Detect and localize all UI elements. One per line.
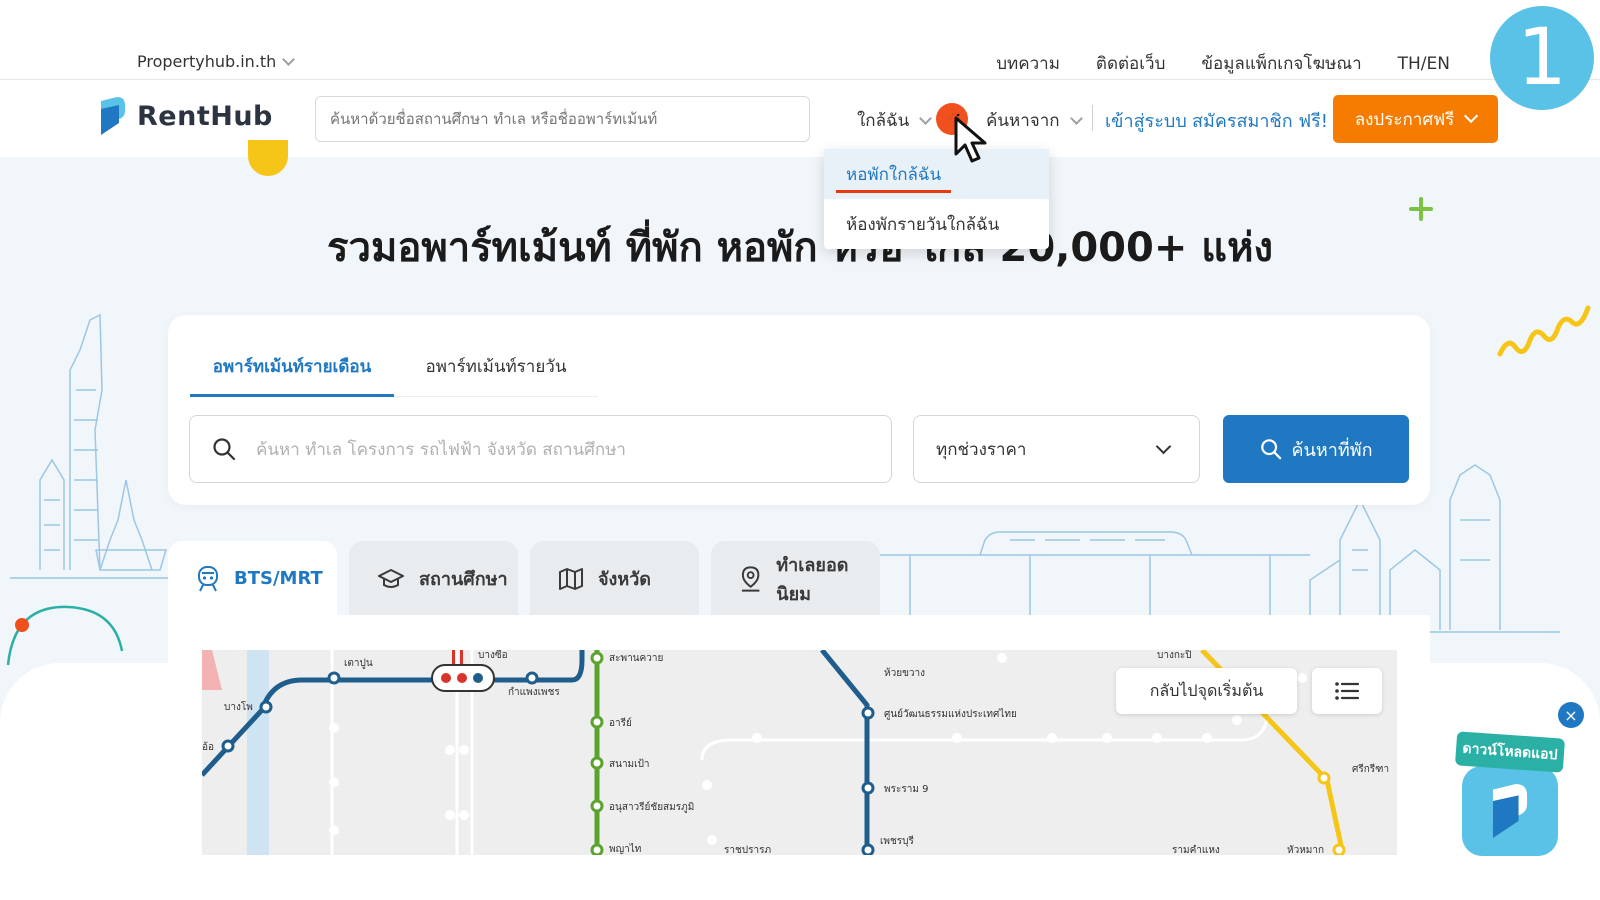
- main-search-input[interactable]: ค้นหา ทำเล โครงการ รถไฟฟ้า จังหวัด สถานศ…: [189, 415, 892, 483]
- station-label: บางโพ: [224, 700, 253, 713]
- squiggle-decoration-icon: [1497, 305, 1591, 357]
- graduation-cap-icon: [378, 568, 404, 588]
- post-free-button[interactable]: ลงประกาศฟรี: [1333, 95, 1498, 143]
- station-label: ศูนย์วัฒนธรรมแห่งประเทศไทย: [884, 708, 1017, 720]
- language-label: TH/EN: [1397, 53, 1450, 74]
- top-link-contact[interactable]: ติดต่อเว็บ: [1096, 50, 1165, 77]
- station-label: บางซื่อ: [478, 650, 508, 661]
- search-from-menu[interactable]: ค้นหาจาก: [986, 107, 1083, 134]
- search-accommodation-button[interactable]: ค้นหาที่พัก: [1223, 415, 1409, 483]
- tab-label: ทำเลยอดนิยม: [776, 554, 849, 605]
- page: Propertyhub.in.th บทความ ติดต่อเว็บ ข้อม…: [0, 0, 1600, 900]
- tab-bts-mrt[interactable]: BTS/MRT: [168, 541, 337, 616]
- station-label: เตาปูน: [344, 658, 373, 669]
- dropdown-item-dorm-near-me[interactable]: หอพักใกล้ฉัน: [824, 149, 1049, 199]
- chevron-down-icon: [1155, 438, 1172, 454]
- mouse-cursor-icon: [950, 114, 987, 163]
- site-switcher-label: Propertyhub.in.th: [137, 52, 277, 71]
- station-label: ห้วยขวาง: [884, 667, 925, 679]
- language-switcher[interactable]: TH/EN: [1398, 50, 1450, 77]
- brand-name: RentHub: [137, 100, 273, 132]
- tab-label: จังหวัด: [598, 569, 651, 590]
- station-label: อารีย์: [609, 717, 632, 729]
- price-range-select[interactable]: ทุกช่วงราคา: [913, 415, 1200, 483]
- search-icon: [1260, 439, 1281, 460]
- tab-monthly-apartment[interactable]: อพาร์ทเม้นท์รายเดือน: [190, 347, 394, 397]
- station-label: รามคำแหง: [1172, 845, 1220, 855]
- station-label: พญาไท: [609, 843, 641, 855]
- tab-popular-location[interactable]: ทำเลยอดนิยม: [711, 541, 880, 616]
- hero-title: รวมอพาร์ทเม้นท์ ที่พัก หอพัก หรือ ใกล้ 2…: [327, 225, 1273, 271]
- station-label: อ้อ: [202, 741, 214, 753]
- tab-daily-apartment[interactable]: อพาร์ทเม้นท์รายวัน: [394, 347, 598, 397]
- chevron-down-icon: [919, 111, 933, 125]
- station-label: ศรีกรีฑา: [1352, 763, 1389, 775]
- top-link-articles[interactable]: บทความ: [996, 50, 1060, 77]
- header-divider: [1092, 105, 1093, 131]
- price-range-value: ทุกช่วงราคา: [936, 439, 1027, 460]
- station-label: เพชรบุรี: [880, 835, 915, 847]
- location-pin-icon: [741, 565, 760, 592]
- map-icon: [559, 567, 583, 590]
- dropdown-item-daily-room-near-me[interactable]: ห้องพักรายวันใกล้ฉัน: [824, 199, 1049, 249]
- tab-education[interactable]: สถานศึกษา: [349, 541, 518, 616]
- reset-map-button[interactable]: กลับไปจุดเริ่มต้น: [1116, 668, 1297, 714]
- site-switcher[interactable]: Propertyhub.in.th: [137, 52, 296, 71]
- skyline-left-illustration: [10, 313, 170, 579]
- near-me-dropdown: หอพักใกล้ฉัน ห้องพักรายวันใกล้ฉัน: [824, 149, 1049, 249]
- station-label: สะพานควาย: [609, 653, 663, 664]
- step-number-badge: 1: [1490, 6, 1594, 110]
- renthub-logo-icon: [1492, 784, 1528, 838]
- register-link[interactable]: สมัครสมาชิก ฟรี!: [1192, 106, 1328, 135]
- logo[interactable]: RentHub: [99, 97, 273, 135]
- station-label: ราชปรารภ: [724, 845, 771, 855]
- tab-label: สถานศึกษา: [419, 569, 508, 590]
- close-app-promo-button[interactable]: ×: [1558, 702, 1584, 728]
- top-links: บทความ ติดต่อเว็บ ข้อมูลแพ็กเกจโฆษณา TH/…: [996, 50, 1450, 77]
- highlight-underline: [836, 190, 951, 193]
- top-bar: Propertyhub.in.th บทความ ติดต่อเว็บ ข้อม…: [0, 0, 1600, 80]
- train-icon: [198, 565, 218, 591]
- header-search-input[interactable]: [315, 96, 810, 142]
- search-icon: [213, 438, 236, 461]
- near-me-menu[interactable]: ใกล้ฉัน: [857, 107, 933, 134]
- main-search-placeholder: ค้นหา ทำเล โครงการ รถไฟฟ้า จังหวัด สถานศ…: [256, 439, 626, 460]
- post-free-label: ลงประกาศฟรี: [1354, 109, 1455, 130]
- plus-decoration-icon: [1409, 197, 1433, 221]
- list-view-button[interactable]: [1312, 668, 1382, 714]
- station-label: บางกะปิ: [1157, 650, 1192, 661]
- tab-province[interactable]: จังหวัด: [530, 541, 699, 616]
- station-label: หัวหมาก: [1287, 845, 1324, 855]
- list-icon: [1335, 682, 1360, 700]
- station-label: กำแพงเพชร: [508, 687, 560, 698]
- chevron-down-icon: [282, 52, 296, 66]
- search-button-label: ค้นหาที่พัก: [1291, 439, 1373, 461]
- main-header: RentHub ใกล้ฉัน ค้นหาจาก เข้าสู่ระบบ สมั…: [0, 81, 1600, 157]
- chevron-down-icon: [1464, 108, 1479, 124]
- tab-label: BTS/MRT: [234, 568, 323, 589]
- chevron-down-icon: [1069, 111, 1083, 125]
- station-label: สนามเป้า: [609, 758, 650, 770]
- renthub-logo-icon: [101, 97, 125, 135]
- app-download-icon[interactable]: [1462, 766, 1558, 856]
- top-link-ad-packages[interactable]: ข้อมูลแพ็กเกจโฆษณา: [1201, 50, 1361, 77]
- dropdown-item-label: หอพักใกล้ฉัน: [846, 164, 942, 185]
- search-card: อพาร์ทเม้นท์รายเดือน อพาร์ทเม้นท์รายวัน …: [168, 315, 1430, 505]
- transit-map-panel: เตาปูน บางซื่อ บางโพ อ้อ กำแพงเพชร สะพาน…: [168, 615, 1430, 855]
- station-label: อนุสาวรีย์ชัยสมรภูมิ: [609, 801, 694, 813]
- near-me-label: ใกล้ฉัน: [857, 111, 910, 131]
- dropdown-item-label: ห้องพักรายวันใกล้ฉัน: [846, 214, 1000, 235]
- station-label: พระราม 9: [884, 784, 928, 795]
- login-link[interactable]: เข้าสู่ระบบ: [1105, 106, 1187, 135]
